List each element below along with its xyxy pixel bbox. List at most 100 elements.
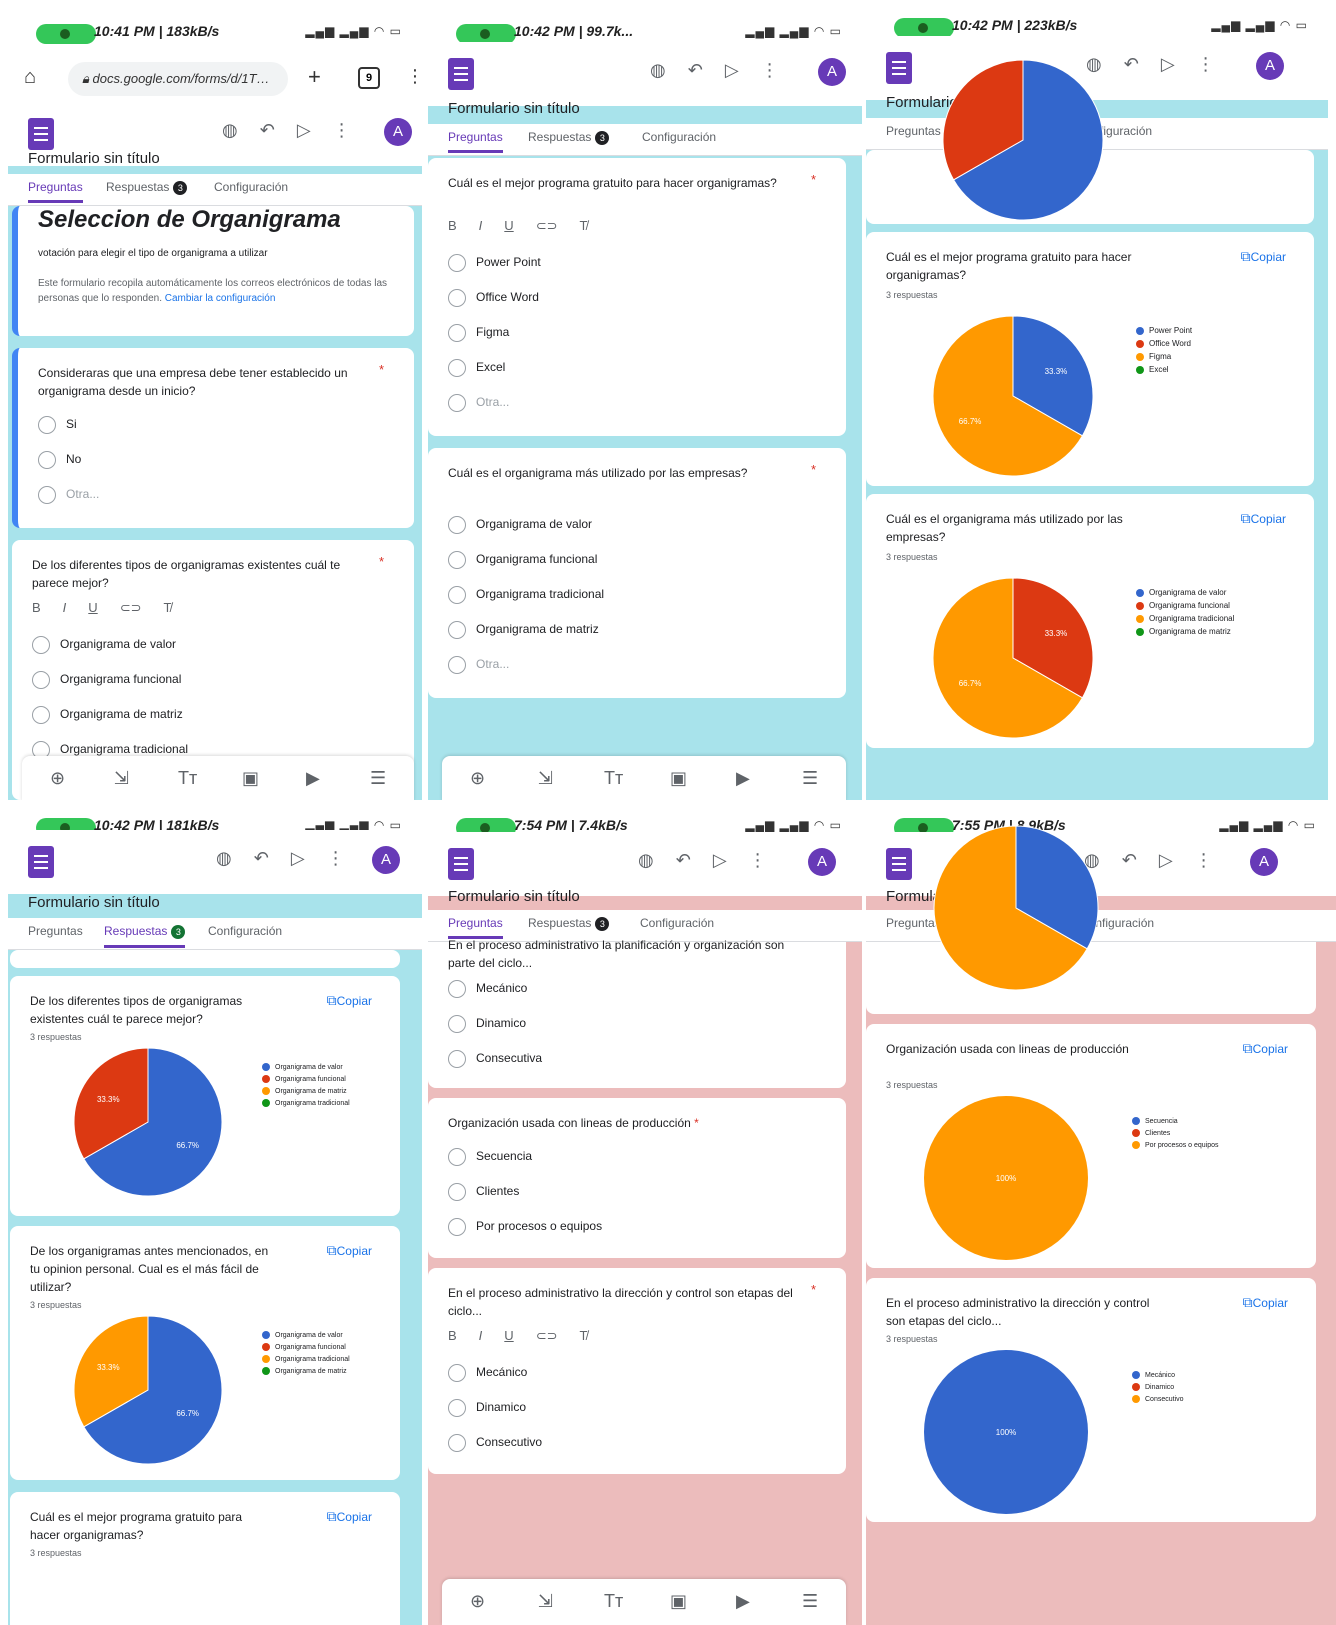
undo-icon[interactable]: ↶	[1124, 54, 1139, 75]
undo-icon[interactable]: ↶	[688, 60, 703, 81]
underline-icon[interactable]: U	[504, 1328, 513, 1343]
undo-icon[interactable]: ↶	[254, 848, 269, 869]
home-icon[interactable]: ⌂	[24, 66, 36, 89]
add-video-icon[interactable]: ▶	[736, 768, 750, 789]
radio-option[interactable]: Consecutivo	[448, 1434, 542, 1452]
tab-settings[interactable]: Configuración	[208, 924, 282, 938]
add-image-icon[interactable]: ▣	[670, 768, 687, 789]
avatar[interactable]: A	[372, 846, 400, 874]
palette-icon[interactable]: ◍	[650, 60, 666, 81]
tab-questions[interactable]: Preguntas	[28, 180, 83, 203]
add-text-icon[interactable]: Tт	[178, 768, 197, 789]
question-title[interactable]: Cuál es el mejor programa gratuito para …	[448, 174, 806, 192]
new-tab-icon[interactable]: +	[308, 64, 321, 90]
palette-icon[interactable]: ◍	[638, 850, 654, 871]
underline-icon[interactable]: U	[504, 218, 513, 233]
radio-option[interactable]: No	[38, 451, 81, 469]
question-card[interactable]: En el proceso administrativo la planific…	[428, 938, 846, 1088]
import-icon[interactable]: ⇲	[538, 1591, 553, 1612]
more-vert-icon[interactable]: ⋮	[327, 848, 345, 869]
add-section-icon[interactable]: ☰	[802, 1591, 818, 1612]
radio-option[interactable]: Si	[38, 416, 77, 434]
add-question-icon[interactable]: ⊕	[470, 768, 485, 789]
question-title[interactable]: En el proceso administrativo la direcció…	[448, 1284, 806, 1320]
tab-questions[interactable]: Preguntas	[448, 130, 503, 153]
question-card[interactable]: Cuál es el mejor programa gratuito para …	[428, 158, 846, 436]
tab-questions[interactable]: Preguntas	[28, 924, 83, 938]
send-icon[interactable]: ▷	[1161, 54, 1175, 75]
radio-option[interactable]: Organigrama funcional	[448, 551, 597, 569]
send-icon[interactable]: ▷	[1159, 850, 1173, 871]
import-icon[interactable]: ⇲	[114, 768, 129, 789]
underline-icon[interactable]: U	[88, 600, 97, 615]
radio-option[interactable]: Organigrama funcional	[32, 671, 181, 689]
add-section-icon[interactable]: ☰	[802, 768, 818, 789]
tab-responses[interactable]: Respuestas3	[528, 916, 610, 931]
send-icon[interactable]: ▷	[297, 120, 311, 141]
more-vert-icon[interactable]: ⋮	[406, 66, 422, 87]
tab-settings[interactable]: Configuración	[214, 180, 288, 194]
add-image-icon[interactable]: ▣	[242, 768, 259, 789]
italic-icon[interactable]: I	[479, 218, 483, 233]
clear-format-icon[interactable]: T̸	[579, 218, 587, 233]
radio-option[interactable]: Organigrama de valor	[32, 636, 176, 654]
more-vert-icon[interactable]: ⋮	[749, 850, 767, 871]
add-video-icon[interactable]: ▶	[306, 768, 320, 789]
radio-option-other[interactable]: Otra...	[38, 486, 99, 504]
radio-option[interactable]: Por procesos o equipos	[448, 1218, 602, 1236]
italic-icon[interactable]: I	[479, 1328, 483, 1343]
url-bar[interactable]: 🔒︎ docs.google.com/forms/d/1T…	[68, 62, 288, 96]
link-icon[interactable]: ⊂⊃	[536, 218, 558, 234]
question-title[interactable]: En el proceso administrativo la planific…	[448, 936, 806, 972]
tab-responses[interactable]: Respuestas3	[104, 924, 186, 948]
more-vert-icon[interactable]: ⋮	[333, 120, 351, 141]
more-vert-icon[interactable]: ⋮	[761, 60, 779, 81]
palette-icon[interactable]: ◍	[1086, 54, 1102, 75]
add-question-icon[interactable]: ⊕	[50, 768, 65, 789]
radio-option[interactable]: Mecánico	[448, 1364, 527, 1382]
avatar[interactable]: A	[818, 58, 846, 86]
radio-option[interactable]: Secuencia	[448, 1148, 532, 1166]
more-vert-icon[interactable]: ⋮	[1195, 850, 1213, 871]
add-section-icon[interactable]: ☰	[370, 768, 386, 789]
question-card[interactable]: Organización usada con lineas de producc…	[428, 1098, 846, 1258]
radio-option[interactable]: Clientes	[448, 1183, 519, 1201]
avatar[interactable]: A	[808, 848, 836, 876]
form-description[interactable]: votación para elegir el tipo de organigr…	[38, 248, 394, 259]
radio-option[interactable]: Power Point	[448, 254, 541, 272]
radio-option[interactable]: Organigrama de matriz	[32, 706, 183, 724]
add-image-icon[interactable]: ▣	[670, 1591, 687, 1612]
send-icon[interactable]: ▷	[725, 60, 739, 81]
radio-option[interactable]: Dinamico	[448, 1015, 526, 1033]
question-title[interactable]: De los diferentes tipos de organigramas …	[32, 556, 374, 592]
change-settings-link[interactable]: Cambiar la configuración	[165, 293, 276, 304]
import-icon[interactable]: ⇲	[538, 768, 553, 789]
form-main-title[interactable]: Seleccion de Organigrama	[38, 206, 341, 234]
clear-format-icon[interactable]: T̸	[163, 600, 171, 615]
question-title[interactable]: Cuál es el organigrama más utilizado por…	[448, 464, 806, 482]
bold-icon[interactable]: B	[32, 600, 41, 615]
tab-settings[interactable]: Configuración	[642, 130, 716, 144]
question-card[interactable]: En el proceso administrativo la direcció…	[428, 1268, 846, 1474]
avatar[interactable]: A	[1256, 52, 1284, 80]
question-card[interactable]: Consideraras que una empresa debe tener …	[12, 348, 414, 528]
radio-option-other[interactable]: Otra...	[448, 656, 509, 674]
italic-icon[interactable]: I	[63, 600, 67, 615]
palette-icon[interactable]: ◍	[222, 120, 238, 141]
add-video-icon[interactable]: ▶	[736, 1591, 750, 1612]
question-title[interactable]: Organización usada con lineas de producc…	[448, 1114, 806, 1132]
radio-option[interactable]: Figma	[448, 324, 509, 342]
clear-format-icon[interactable]: T̸	[579, 1328, 587, 1343]
tab-settings[interactable]: Configuración	[640, 916, 714, 930]
send-icon[interactable]: ▷	[713, 850, 727, 871]
more-vert-icon[interactable]: ⋮	[1197, 54, 1215, 75]
radio-option[interactable]: Organigrama de matriz	[448, 621, 599, 639]
radio-option[interactable]: Organigrama tradicional	[448, 586, 604, 604]
radio-option[interactable]: Dinamico	[448, 1399, 526, 1417]
avatar[interactable]: A	[384, 118, 412, 146]
radio-option[interactable]: Office Word	[448, 289, 539, 307]
radio-option[interactable]: Organigrama de valor	[448, 516, 592, 534]
add-text-icon[interactable]: Tт	[604, 768, 623, 789]
send-icon[interactable]: ▷	[291, 848, 305, 869]
undo-icon[interactable]: ↶	[676, 850, 691, 871]
